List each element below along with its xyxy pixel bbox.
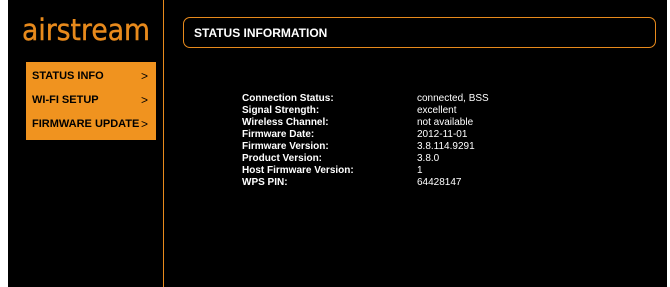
status-row: Product Version: 3.8.0: [242, 153, 567, 165]
page-title: STATUS INFORMATION: [194, 26, 328, 40]
status-row: Firmware Version: 3.8.114.9291: [242, 141, 567, 153]
status-value: 2012-11-01: [417, 129, 468, 140]
status-row: Connection Status: connected, BSS: [242, 93, 567, 105]
nav-item-firmware-update[interactable]: FIRMWARE UPDATE >: [26, 112, 156, 136]
chevron-right-icon: >: [140, 117, 148, 131]
nav-item-label: WI-FI SETUP: [32, 94, 99, 106]
status-label: WPS PIN:: [242, 177, 288, 188]
status-value: 1: [417, 165, 423, 176]
nav-item-label: FIRMWARE UPDATE: [32, 118, 140, 130]
sidebar-divider: [163, 0, 164, 287]
sidebar: airstream STATUS INFO > WI-FI SETUP > FI…: [8, 0, 163, 287]
status-value: 3.8.114.9291: [417, 141, 475, 152]
status-value: connected, BSS: [417, 93, 489, 104]
status-value: not available: [417, 117, 474, 128]
status-table: Connection Status: connected, BSS Signal…: [242, 93, 567, 189]
status-label: Firmware Version:: [242, 141, 329, 152]
status-row: Wireless Channel: not available: [242, 117, 567, 129]
status-label: Connection Status:: [242, 93, 334, 104]
status-row: Host Firmware Version: 1: [242, 165, 567, 177]
status-row: Firmware Date: 2012-11-01: [242, 129, 567, 141]
status-label: Product Version:: [242, 153, 323, 164]
status-label: Signal Strength:: [242, 105, 320, 116]
nav-item-wifi-setup[interactable]: WI-FI SETUP >: [26, 88, 156, 112]
device-web-ui: airstream STATUS INFO > WI-FI SETUP > FI…: [8, 0, 667, 287]
status-label: Wireless Channel:: [242, 117, 329, 128]
chevron-right-icon: >: [140, 93, 148, 107]
status-value: 3.8.0: [417, 153, 440, 164]
status-value: 64428147: [417, 177, 462, 188]
airstream-logo: airstream: [22, 10, 152, 48]
sidebar-nav: STATUS INFO > WI-FI SETUP > FIRMWARE UPD…: [26, 62, 156, 140]
status-value: excellent: [417, 105, 457, 116]
logo-text: airstream: [22, 13, 150, 47]
status-row: Signal Strength: excellent: [242, 105, 567, 117]
status-label: Host Firmware Version:: [242, 165, 354, 176]
chevron-right-icon: >: [140, 69, 148, 83]
status-row: WPS PIN: 64428147: [242, 177, 567, 189]
nav-item-status-info[interactable]: STATUS INFO >: [26, 64, 156, 88]
nav-item-label: STATUS INFO: [32, 70, 104, 82]
status-label: Firmware Date:: [242, 129, 315, 140]
section-header: STATUS INFORMATION: [183, 17, 656, 48]
